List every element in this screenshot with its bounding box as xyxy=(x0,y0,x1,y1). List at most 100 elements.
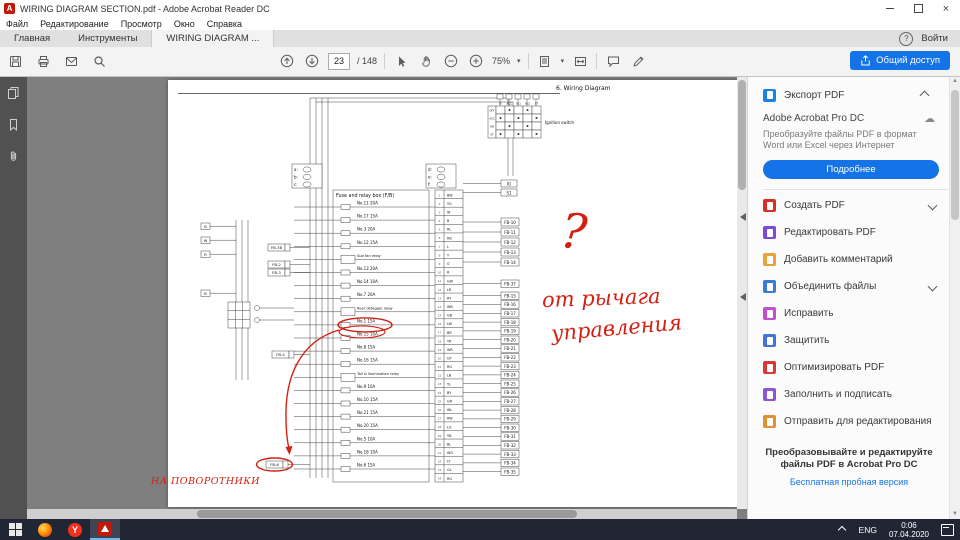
svg-text:ACC: ACC xyxy=(489,117,495,121)
svg-text:33: 33 xyxy=(438,468,442,472)
bookmarks-icon[interactable] xyxy=(7,118,20,136)
save-button[interactable] xyxy=(6,51,24,71)
collapse-panel-arrow[interactable] xyxy=(740,293,746,301)
select-tool-button[interactable] xyxy=(392,51,410,71)
page-view-button[interactable] xyxy=(536,51,554,71)
svg-text:LR: LR xyxy=(447,288,452,292)
attachments-icon[interactable] xyxy=(7,150,20,168)
svg-text:Sub fan relay: Sub fan relay xyxy=(357,254,382,258)
tool-combine-files[interactable]: Объединить файлы xyxy=(763,273,946,300)
scroll-up-icon[interactable]: ▲ xyxy=(950,78,960,84)
page-number-input[interactable]: 23 xyxy=(328,52,350,70)
annotation-question-mark: ? xyxy=(558,202,590,262)
svg-text:31: 31 xyxy=(438,451,442,455)
svg-text:GR: GR xyxy=(447,400,453,404)
save-icon xyxy=(9,55,21,67)
tool-create-pdf[interactable]: Создать PDF xyxy=(763,192,946,219)
tool-optimize-pdf[interactable]: Оптимизировать PDF xyxy=(763,354,946,381)
scrollbar-thumb[interactable] xyxy=(197,510,577,518)
tool-edit-pdf[interactable]: Редактировать PDF xyxy=(763,219,946,246)
draw-button[interactable] xyxy=(629,51,647,71)
tab-document[interactable]: WIRING DIAGRAM ... xyxy=(151,30,275,47)
svg-text:FB-15: FB-15 xyxy=(504,293,516,298)
page-view-icon xyxy=(540,55,550,67)
panel-scrollbar[interactable]: ▲ ▼ xyxy=(949,76,960,519)
tools-panel: Экспорт PDF Adobe Acrobat Pro DC ☁ Преоб… xyxy=(740,76,960,519)
svg-text:No.6 15A: No.6 15A xyxy=(357,463,376,468)
hand-tool-button[interactable] xyxy=(417,51,435,71)
svg-text:c:: c: xyxy=(294,182,298,187)
zoom-level-select[interactable]: 75% xyxy=(492,56,510,66)
svg-text:No.3 20A: No.3 20A xyxy=(357,227,376,232)
document-horizontal-scrollbar[interactable] xyxy=(27,509,737,519)
tab-home[interactable]: Главная xyxy=(0,30,64,47)
clock[interactable]: 0:06 07.04.2020 xyxy=(889,521,929,539)
svg-text:No.21 15A: No.21 15A xyxy=(357,410,378,415)
email-button[interactable] xyxy=(62,51,80,71)
help-icon[interactable]: ? xyxy=(899,31,914,46)
minimize-button[interactable] xyxy=(876,0,904,17)
sign-in-link[interactable]: Войти xyxy=(921,33,948,44)
svg-text:27: 27 xyxy=(438,417,442,421)
action-center-icon[interactable] xyxy=(941,523,954,536)
zoom-out-button[interactable] xyxy=(442,51,460,71)
svg-text:12: 12 xyxy=(438,288,442,292)
svg-text:23: 23 xyxy=(438,382,442,386)
close-button[interactable]: × xyxy=(932,0,960,17)
svg-text:FB-35: FB-35 xyxy=(504,469,516,474)
collapse-panel-arrow[interactable] xyxy=(740,213,746,221)
firefox-taskbar-button[interactable] xyxy=(30,519,60,540)
language-indicator[interactable]: ENG xyxy=(859,525,877,535)
menu-file[interactable]: Файл xyxy=(0,19,34,29)
share-button[interactable]: Общий доступ xyxy=(850,51,950,70)
svg-text:Fuse and relay box (F/B): Fuse and relay box (F/B) xyxy=(336,193,394,199)
tool-add-comment[interactable]: Добавить комментарий xyxy=(763,246,946,273)
svg-text:RW: RW xyxy=(447,417,453,421)
tray-chevron-up-icon[interactable] xyxy=(837,525,846,534)
next-page-button[interactable] xyxy=(303,51,321,71)
menu-bar: Файл Редактирование Просмотр Окно Справк… xyxy=(0,17,960,30)
share-icon xyxy=(861,55,870,66)
add-comment-icon xyxy=(763,253,776,266)
maximize-button[interactable] xyxy=(904,0,932,17)
export-pdf-section[interactable]: Экспорт PDF xyxy=(763,82,938,108)
tool-protect[interactable]: Защитить xyxy=(763,327,946,354)
svg-text:FB-10: FB-10 xyxy=(504,220,516,225)
svg-text:FB-23: FB-23 xyxy=(504,364,516,369)
svg-text:15: 15 xyxy=(438,314,442,318)
acrobat-taskbar-button[interactable] xyxy=(90,519,120,540)
svg-text:FB-3: FB-3 xyxy=(272,270,281,275)
scroll-down-icon[interactable]: ▼ xyxy=(950,511,960,517)
page-thumbnails-icon[interactable] xyxy=(7,86,20,104)
toolbar-separator xyxy=(596,53,598,69)
previous-page-button[interactable] xyxy=(278,51,296,71)
scrollbar-thumb[interactable] xyxy=(951,90,959,220)
tool-fill-sign[interactable]: Заполнить и подписать xyxy=(763,381,946,408)
zoom-in-button[interactable] xyxy=(467,51,485,71)
svg-text:6: 6 xyxy=(439,236,441,240)
comment-button[interactable] xyxy=(604,51,622,71)
tool-fix[interactable]: Исправить xyxy=(763,300,946,327)
tool-send-for-review[interactable]: Отправить для редактирования xyxy=(763,408,946,435)
print-button[interactable] xyxy=(34,51,52,71)
svg-text:G: G xyxy=(447,262,450,266)
free-trial-link[interactable]: Бесплатная пробная версия xyxy=(763,477,935,487)
svg-text:1: 1 xyxy=(439,193,441,197)
pointer-icon xyxy=(398,56,406,67)
learn-more-button[interactable]: Подробнее xyxy=(763,160,939,179)
document-area[interactable]: 6. Wiring Diagram B ACC IG1 IG2 ST OFF ACC ON ST I… xyxy=(27,76,747,519)
svg-text:11: 11 xyxy=(438,279,442,283)
fit-width-button[interactable] xyxy=(571,51,589,71)
tab-tools[interactable]: Инструменты xyxy=(64,30,151,47)
menu-help[interactable]: Справка xyxy=(201,19,248,29)
menu-view[interactable]: Просмотр xyxy=(115,19,168,29)
scrollbar-thumb[interactable] xyxy=(738,80,746,190)
svg-text:FB-33: FB-33 xyxy=(504,452,516,457)
svg-text:YB: YB xyxy=(447,434,452,438)
search-button[interactable] xyxy=(90,51,108,71)
start-button[interactable] xyxy=(0,519,30,540)
menu-window[interactable]: Окно xyxy=(168,19,201,29)
menu-edit[interactable]: Редактирование xyxy=(34,19,115,29)
yandex-browser-taskbar-button[interactable]: Y xyxy=(60,519,90,540)
svg-text:W: W xyxy=(204,239,208,243)
